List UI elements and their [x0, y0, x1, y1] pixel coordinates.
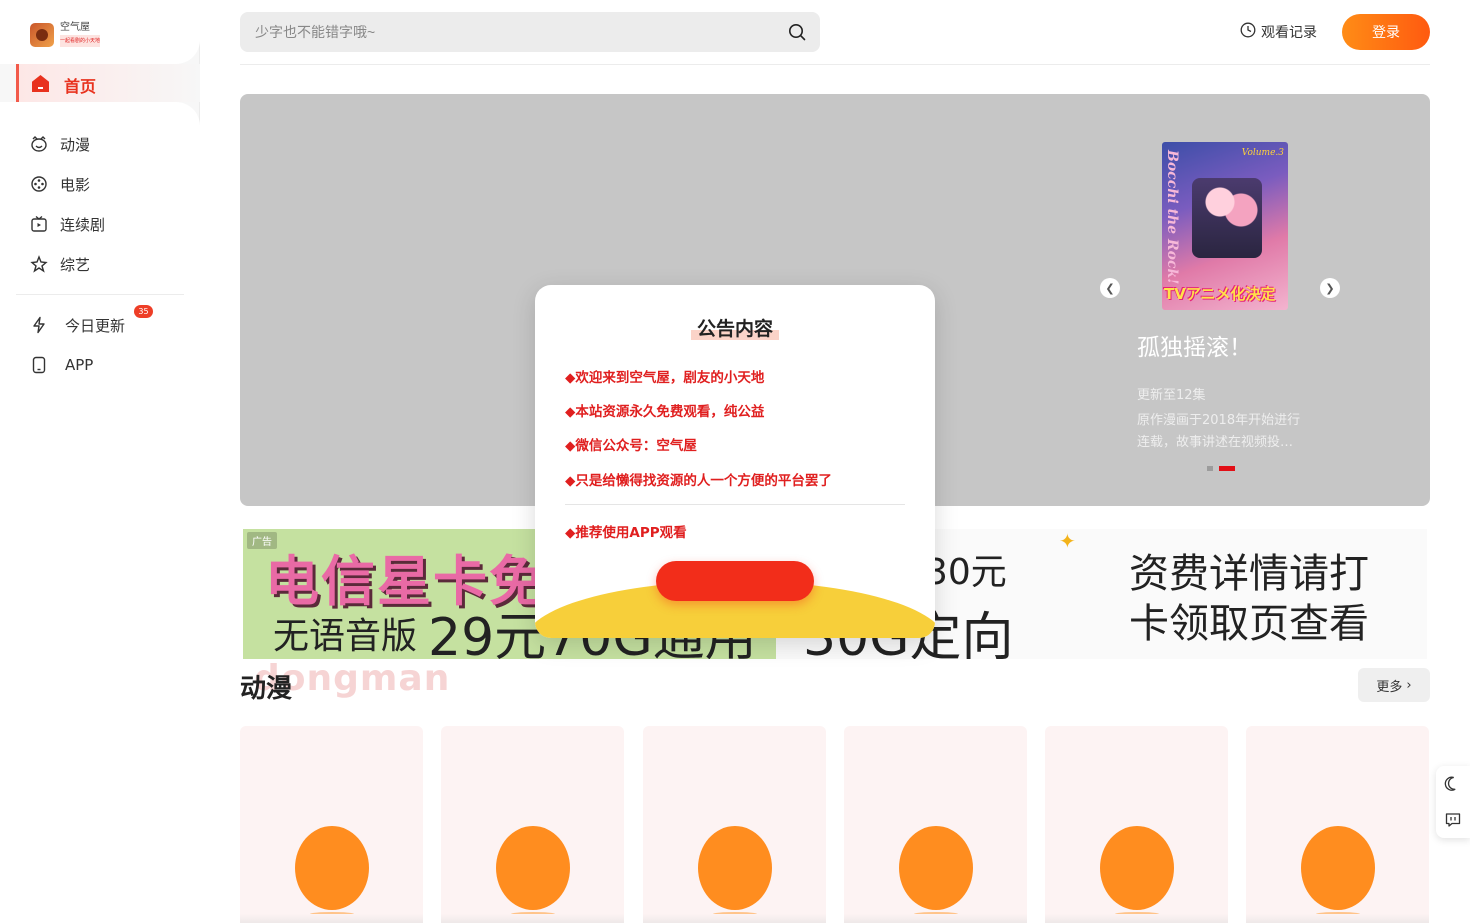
chevron-left-icon: ❮: [1105, 281, 1115, 295]
poster-title: Bocchi the Rock!: [1164, 150, 1180, 285]
sidebar-item-anime[interactable]: 动漫: [30, 132, 90, 156]
more-button[interactable]: 更多 ›: [1358, 668, 1430, 702]
sidebar-item-label: 动漫: [60, 135, 91, 154]
sidebar-item-home[interactable]: 首页: [16, 64, 200, 102]
anime-card[interactable]: [240, 726, 423, 923]
card-bottom-strip: [844, 914, 1027, 923]
loading-placeholder-icon: [1100, 826, 1174, 910]
sidebar-item-label: 今日更新: [65, 316, 126, 335]
brand-tagline: 一起看剧的小天地: [60, 35, 101, 47]
sidebar-divider: [16, 294, 184, 295]
carousel-next-button[interactable]: ❯: [1320, 278, 1340, 298]
poster-caption: TVアニメ化決定: [1164, 285, 1276, 303]
slide-episode-status: 更新至12集: [1137, 388, 1206, 403]
notice-line: ◆本站资源永久免费观看，纯公益: [565, 404, 765, 420]
floating-toolbar: [1436, 766, 1470, 838]
card-bottom-strip: [1246, 914, 1429, 923]
search-input[interactable]: [240, 12, 780, 52]
notice-line: ◆欢迎来到空气屋，剧友的小天地: [565, 370, 765, 386]
modal-confirm-button[interactable]: [656, 561, 814, 601]
search-bar: [240, 12, 820, 52]
chevron-right-icon: ❯: [1325, 281, 1335, 295]
tv-icon: [30, 215, 48, 233]
sidebar-item-label: 综艺: [60, 255, 91, 274]
loading-placeholder-icon: [698, 826, 772, 910]
watch-history-label: 观看记录: [1261, 25, 1317, 41]
sidebar-item-label: 首页: [64, 77, 97, 96]
modal-title: 公告内容: [535, 314, 935, 341]
watch-history-link[interactable]: 观看记录: [1240, 22, 1317, 42]
card-bottom-strip: [643, 914, 826, 923]
header-divider: [240, 64, 1430, 65]
chevron-right-icon: ›: [1406, 677, 1412, 693]
notice-line: ◆只是给懒得找资源的人一个方便的平台罢了: [565, 473, 832, 489]
sparkle-icon: ✦: [1059, 529, 1076, 553]
update-count-badge: 35: [134, 305, 153, 318]
carousel-dot[interactable]: [1207, 466, 1213, 471]
clock-icon: [1240, 22, 1256, 42]
sidebar-item-app[interactable]: APP: [30, 353, 93, 377]
modal-divider: [565, 504, 905, 505]
anime-card[interactable]: [844, 726, 1027, 923]
logo-container: 空气屋 一起看剧的小天地: [0, 0, 200, 64]
sidebar: 空气屋 一起看剧的小天地 首页 动漫 电影 连续剧 综艺 今日更新 APP 35: [0, 0, 200, 923]
phone-icon: [30, 356, 48, 374]
moon-icon[interactable]: [1444, 775, 1462, 793]
slide-title[interactable]: 孤独摇滚！: [1137, 328, 1252, 362]
search-icon[interactable]: [788, 23, 806, 41]
site-logo[interactable]: 空气屋 一起看剧的小天地: [30, 22, 101, 47]
announcement-modal: 公告内容 ◆欢迎来到空气屋，剧友的小天地 ◆本站资源永久免费观看，纯公益 ◆微信…: [535, 285, 935, 638]
notice-line: ◆微信公众号：空气屋: [565, 438, 697, 454]
section-title: 动漫: [240, 674, 293, 704]
nav-panel: 动漫 电影 连续剧 综艺 今日更新 APP: [0, 102, 200, 923]
star-icon: [30, 255, 48, 273]
loading-placeholder-icon: [496, 826, 570, 910]
feedback-icon[interactable]: [1444, 811, 1462, 829]
sidebar-item-today-updates[interactable]: 今日更新: [30, 313, 125, 337]
ad-right-bottom: 卡领取页查看: [1129, 601, 1369, 647]
anime-card[interactable]: [1246, 726, 1429, 923]
modal-title-text: 公告内容: [690, 318, 779, 340]
logo-text: 空气屋 一起看剧的小天地: [60, 22, 101, 47]
anime-card[interactable]: [1045, 726, 1228, 923]
logo-mark-icon: [30, 22, 54, 47]
sidebar-item-label: APP: [65, 356, 94, 374]
brand-name: 空气屋: [60, 22, 90, 33]
anime-card[interactable]: [643, 726, 826, 923]
card-bottom-strip: [441, 914, 624, 923]
slide-description: 原作漫画于2018年开始进行连载，故事讲述在视频投…: [1137, 413, 1301, 450]
loading-placeholder-icon: [295, 826, 369, 910]
more-label: 更多: [1376, 679, 1403, 695]
card-bottom-strip: [1045, 914, 1228, 923]
carousel-dot-active[interactable]: [1219, 466, 1235, 471]
carousel-prev-button[interactable]: ❮: [1100, 278, 1120, 298]
banner-poster[interactable]: Bocchi the Rock! Volume.3 TVアニメ化決定: [1162, 142, 1288, 310]
sidebar-item-label: 电影: [60, 175, 91, 194]
anime-card[interactable]: [441, 726, 624, 923]
poster-artwork: [1192, 178, 1262, 258]
card-bottom-strip: [240, 914, 423, 923]
bear-face-icon: [30, 135, 48, 153]
loading-placeholder-icon: [1301, 826, 1375, 910]
poster-volume: Volume.3: [1241, 148, 1284, 158]
ad-subline: 无语音版: [273, 616, 418, 657]
ad-fragment-top: 30元: [925, 552, 1007, 593]
carousel-dots: [1207, 466, 1235, 471]
sidebar-item-label: 连续剧: [60, 215, 106, 234]
film-reel-icon: [30, 175, 48, 193]
sidebar-item-series[interactable]: 连续剧: [30, 212, 105, 236]
lightning-icon: [30, 316, 48, 334]
login-button[interactable]: 登录: [1342, 14, 1430, 50]
sidebar-item-variety[interactable]: 综艺: [30, 252, 90, 276]
loading-placeholder-icon: [899, 826, 973, 910]
notice-footer: ◆推荐使用APP观看: [565, 525, 687, 541]
sidebar-item-movie[interactable]: 电影: [30, 172, 90, 196]
